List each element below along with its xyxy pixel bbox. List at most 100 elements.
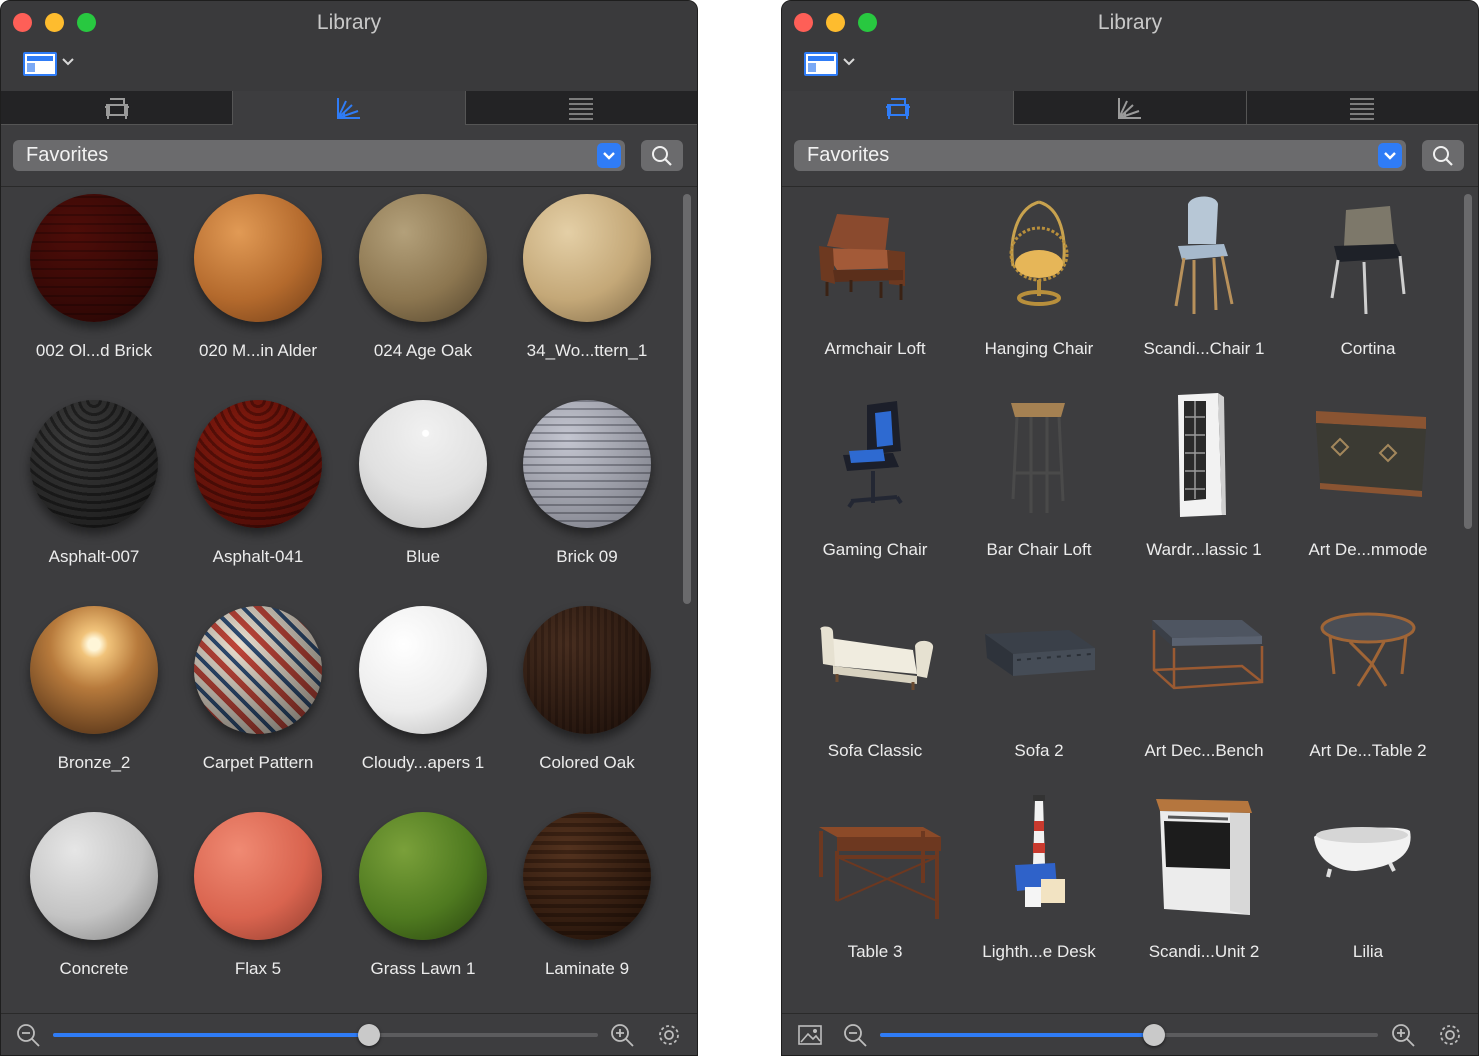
material-thumbnail xyxy=(505,394,669,534)
tab-materials[interactable] xyxy=(233,91,466,125)
furniture-label: Table 3 xyxy=(847,942,903,961)
flax-salmon-sphere xyxy=(194,812,322,940)
grass-sphere xyxy=(359,812,487,940)
material-thumbnail xyxy=(12,806,176,946)
window-title: Library xyxy=(316,11,382,34)
wardrobe-icon xyxy=(1178,393,1226,517)
bottom-toolbar xyxy=(1,1013,697,1055)
gear-icon[interactable] xyxy=(1437,1022,1463,1048)
material-thumbnail xyxy=(12,600,176,740)
armchair-icon xyxy=(819,214,905,300)
material-label: Asphalt-041 xyxy=(212,547,304,566)
scandi-chair-icon xyxy=(1174,196,1234,314)
image-icon[interactable] xyxy=(797,1022,823,1048)
material-label: Grass Lawn 1 xyxy=(370,959,476,978)
category-select-arrow[interactable] xyxy=(597,143,621,168)
zoom-out-icon[interactable] xyxy=(15,1022,41,1048)
white-glossy-sphere xyxy=(359,400,487,528)
furniture-label: Wardr...lassic 1 xyxy=(1146,540,1262,559)
materials-icon xyxy=(1117,97,1141,119)
furniture-label: Lighth...e Desk xyxy=(982,942,1096,961)
furniture-label: Art De...mmode xyxy=(1308,540,1428,559)
zoom-slider-knob[interactable] xyxy=(1142,1024,1165,1046)
material-label: 024 Age Oak xyxy=(373,341,473,360)
titlebar: Library xyxy=(1,1,697,91)
furniture-grid: Armchair Loft Hanging Chair Scandi...Cha… xyxy=(782,188,1462,1014)
category-select-arrow[interactable] xyxy=(1378,143,1402,168)
titlebar: Library xyxy=(782,1,1478,91)
search-icon xyxy=(652,146,672,166)
material-label: Concrete xyxy=(59,959,129,978)
chevron-down-icon xyxy=(603,152,615,160)
alder-wood-sphere xyxy=(194,194,322,322)
material-label: Asphalt-007 xyxy=(48,547,140,566)
sofa-classic-icon xyxy=(820,626,934,690)
tab-materials[interactable] xyxy=(1014,91,1247,125)
furniture-label: Hanging Chair xyxy=(984,339,1094,358)
armchair-icon xyxy=(885,98,910,119)
view-mode-dropdown[interactable] xyxy=(804,52,858,76)
tab-furniture[interactable] xyxy=(1,91,234,125)
furniture-label: Sofa Classic xyxy=(827,741,923,760)
material-label: 002 Ol...d Brick xyxy=(35,341,153,360)
tab-list[interactable] xyxy=(1246,91,1478,125)
window-title: Library xyxy=(1097,11,1163,34)
vertical-scrollbar[interactable] xyxy=(1464,194,1472,529)
hanging-chair-icon xyxy=(1009,200,1069,306)
list-icon xyxy=(1350,97,1375,120)
gear-icon[interactable] xyxy=(656,1022,682,1048)
material-label: Laminate 9 xyxy=(544,959,630,978)
bar-stool-icon xyxy=(1011,403,1065,513)
cortina-chair-icon xyxy=(1330,206,1406,315)
chevron-down-icon xyxy=(1384,152,1396,160)
search-button[interactable] xyxy=(641,140,683,171)
furniture-label: Art De...Table 2 xyxy=(1309,741,1427,760)
category-select[interactable]: Favorites xyxy=(13,140,625,171)
bathtub-icon xyxy=(1314,827,1411,878)
material-thumbnail xyxy=(176,600,340,740)
concrete-sphere xyxy=(30,812,158,940)
material-thumbnail xyxy=(176,806,340,946)
furniture-label: Lilia xyxy=(1352,942,1384,961)
lighthouse-desk-icon xyxy=(1015,795,1065,907)
bottom-toolbar xyxy=(782,1013,1478,1055)
red-scales-sphere xyxy=(194,400,322,528)
laminate-sphere xyxy=(523,812,651,940)
zoom-in-icon[interactable] xyxy=(1390,1022,1416,1048)
window-layout-icon xyxy=(23,52,57,76)
bench-icon xyxy=(1152,620,1264,690)
wood-herringbone-sphere xyxy=(523,194,651,322)
tab-list[interactable] xyxy=(465,91,697,125)
material-thumbnail xyxy=(341,394,505,534)
zoom-slider-knob[interactable] xyxy=(358,1024,381,1046)
furniture-label: Cortina xyxy=(1340,339,1396,358)
search-button[interactable] xyxy=(1422,140,1464,171)
old-brick-sphere xyxy=(30,194,158,322)
library-window-furniture: Library Favorites Armchair Loft Hanging … xyxy=(781,0,1479,1056)
zoom-in-icon[interactable] xyxy=(609,1022,635,1048)
view-mode-dropdown[interactable] xyxy=(23,52,77,76)
category-select[interactable]: Favorites xyxy=(794,140,1406,171)
material-label: Bronze_2 xyxy=(57,753,131,772)
furniture-label: Armchair Loft xyxy=(824,339,926,358)
furniture-label: Sofa 2 xyxy=(1014,741,1064,760)
category-select-value: Favorites xyxy=(26,144,109,166)
library-window-materials: Library Favorites 002 Ol...d Brick 020 M… xyxy=(0,0,698,1056)
material-label: Blue xyxy=(405,547,441,566)
zoom-out-icon[interactable] xyxy=(842,1022,868,1048)
bronze-sphere xyxy=(30,606,158,734)
zoom-slider[interactable] xyxy=(53,1024,598,1046)
cloud-wallpaper-sphere xyxy=(359,606,487,734)
tab-furniture[interactable] xyxy=(782,91,1015,125)
material-thumbnail xyxy=(12,394,176,534)
kitchen-unit-icon xyxy=(1156,799,1252,915)
chesterfield-sofa-icon xyxy=(985,630,1095,676)
vertical-scrollbar[interactable] xyxy=(683,194,691,604)
material-label: 020 M...in Alder xyxy=(198,341,318,360)
grey-scales-sphere xyxy=(30,400,158,528)
zoom-slider[interactable] xyxy=(880,1024,1378,1046)
chevron-down-icon xyxy=(62,58,74,66)
material-thumbnail xyxy=(341,600,505,740)
material-label: Cloudy...apers 1 xyxy=(361,753,485,772)
carpet-pattern-sphere xyxy=(194,606,322,734)
